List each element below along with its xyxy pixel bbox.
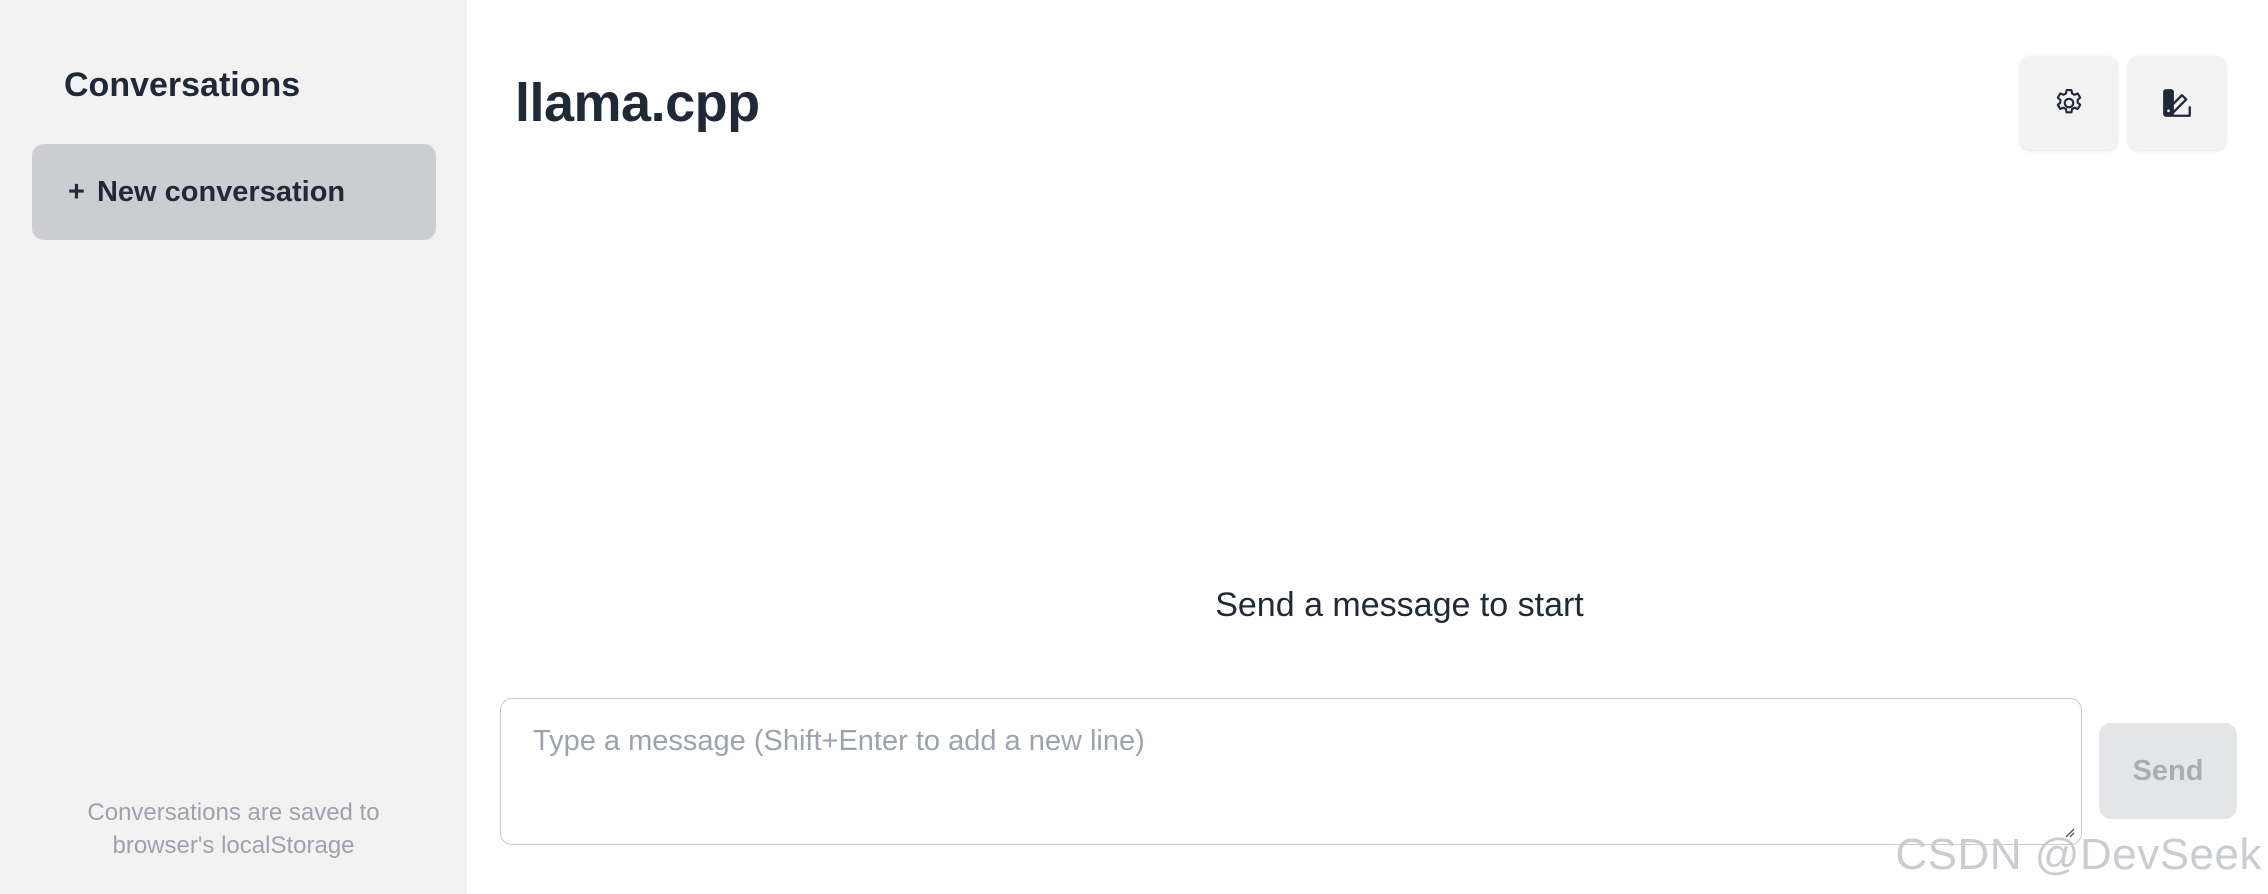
theme-swatch-icon — [2163, 89, 2191, 117]
send-button[interactable]: Send — [2099, 723, 2237, 819]
empty-state-text: Send a message to start — [1215, 586, 1584, 624]
page-title: llama.cpp — [515, 73, 760, 133]
settings-button[interactable] — [2020, 56, 2118, 150]
gear-icon — [2056, 89, 2082, 114]
watermark: CSDN @DevSeek — [1895, 830, 2262, 879]
new-conversation-label: New conversation — [96, 175, 346, 208]
footer-line-1: Conversations are saved to — [87, 799, 380, 826]
theme-button[interactable] — [2128, 56, 2226, 150]
plus-icon: + — [68, 175, 85, 208]
sidebar-footer-note: Conversations are saved to browser's loc… — [0, 796, 467, 862]
message-input-placeholder: Type a message (Shift+Enter to add a new… — [533, 725, 1145, 757]
chat-main: llama.cpp Send a message to start Type a… — [467, 0, 2268, 894]
footer-line-2: browser's localStorage — [112, 832, 355, 859]
sidebar: Conversations + New conversation Convers… — [0, 0, 467, 894]
empty-state-hint: Send a message to start — [467, 586, 2268, 625]
sidebar-title: Conversations — [64, 66, 301, 104]
message-input[interactable]: Type a message (Shift+Enter to add a new… — [500, 698, 2082, 845]
new-conversation-button[interactable]: + New conversation — [32, 144, 436, 240]
app-root: Conversations + New conversation Convers… — [0, 0, 2268, 894]
